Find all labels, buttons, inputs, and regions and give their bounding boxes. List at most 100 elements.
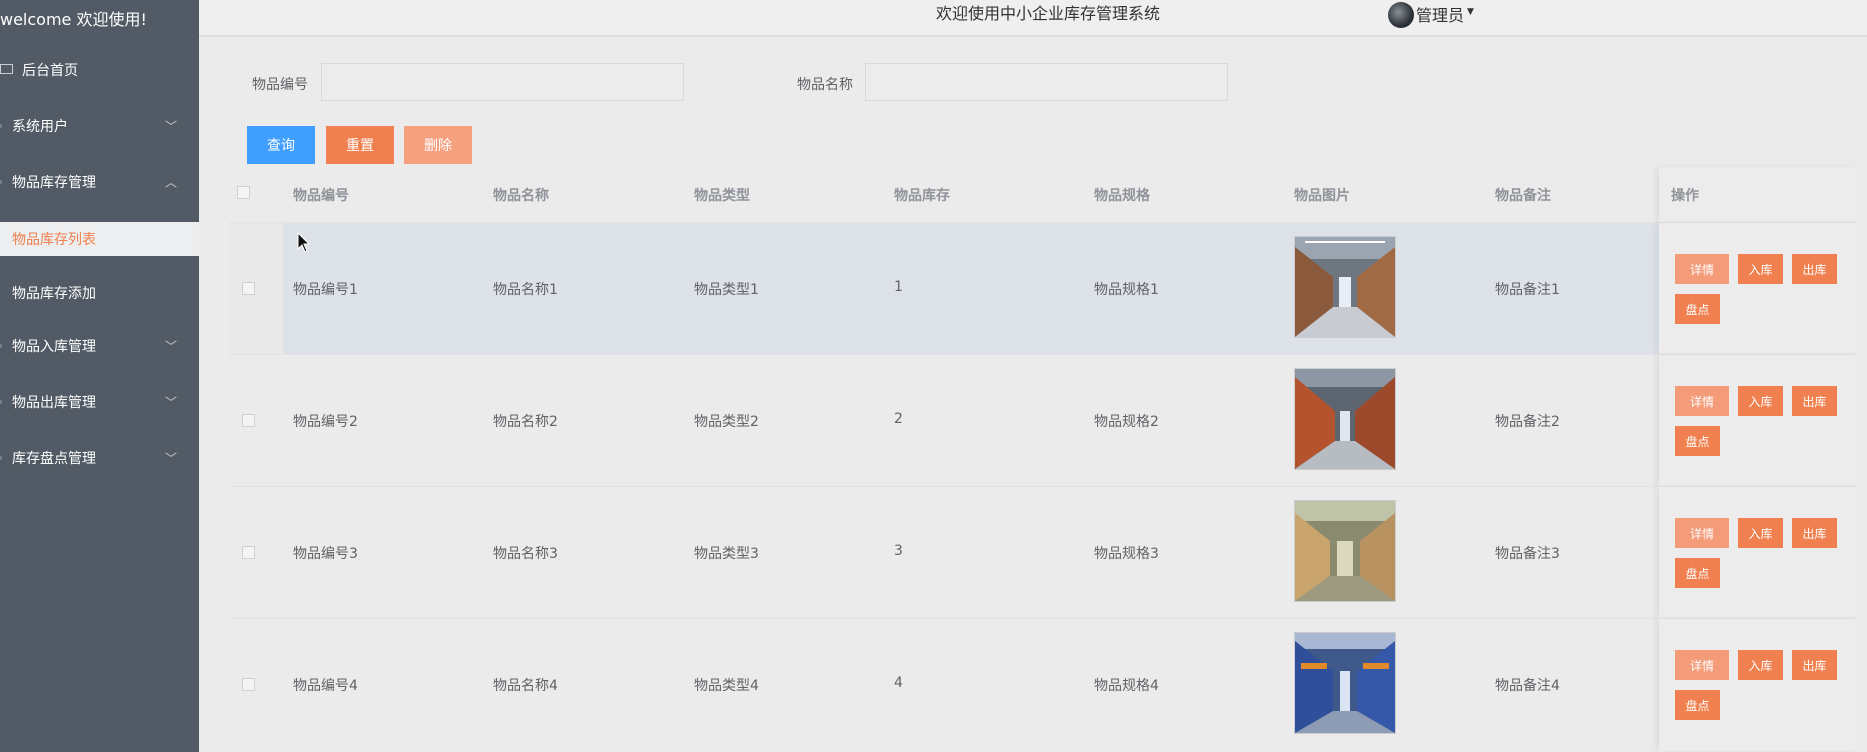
table-header: 物品编号 物品名称 物品类型 物品库存 物品规格 物品图片 物品备注 操作 — [229, 167, 1859, 222]
query-button[interactable]: 查询 — [247, 126, 315, 164]
column-header[interactable]: 物品名称 — [493, 185, 549, 205]
bullet-icon — [0, 400, 2, 404]
column-header: 操作 — [1671, 188, 1699, 204]
detail-button[interactable]: 详情 — [1675, 386, 1729, 416]
sidebar-item-label: 后台首页 — [22, 63, 78, 79]
sidebar-item-label: 物品库存列表 — [12, 232, 96, 248]
cell-spec: 物品规格2 — [1094, 414, 1159, 430]
row-checkbox[interactable] — [242, 282, 255, 295]
item-image[interactable] — [1294, 500, 1396, 602]
monitor-icon — [0, 64, 13, 74]
bullet-icon — [0, 124, 2, 128]
delete-button[interactable]: 删除 — [404, 126, 472, 164]
row-cells: 物品编号3 物品名称3 物品类型3 3 物品规格3 物品备注3 — [283, 487, 1715, 619]
sidebar-item-stock-in[interactable]: 物品入库管理 ﹀ — [0, 324, 199, 368]
sidebar-item-label: 物品出库管理 — [12, 395, 96, 411]
row-actions: 详情 入库 出库 盘点 — [1659, 619, 1859, 751]
stock-in-button[interactable]: 入库 — [1738, 386, 1783, 416]
item-image[interactable] — [1294, 368, 1396, 470]
sidebar-item-label: 物品入库管理 — [12, 339, 96, 355]
stock-out-button[interactable]: 出库 — [1792, 386, 1837, 416]
stock-check-button[interactable]: 盘点 — [1675, 690, 1720, 720]
chevron-down-icon: ﹀ — [164, 395, 177, 410]
stock-out-button[interactable]: 出库 — [1792, 254, 1837, 284]
caret-down-icon: ▼ — [1467, 7, 1474, 17]
sidebar-item-inventory-management[interactable]: 物品库存管理 ︿ — [0, 160, 199, 204]
cell-stock: 1 — [894, 279, 903, 295]
row-checkbox[interactable] — [242, 414, 255, 427]
detail-button[interactable]: 详情 — [1675, 650, 1729, 680]
detail-button[interactable]: 详情 — [1675, 518, 1729, 548]
column-header[interactable]: 物品库存 — [894, 185, 950, 205]
row-select-cell — [229, 355, 283, 487]
name-input[interactable] — [865, 63, 1228, 101]
cell-spec: 物品规格3 — [1094, 546, 1159, 562]
sidebar-item-inventory-add[interactable]: 物品库存添加 — [0, 271, 199, 315]
item-image[interactable] — [1294, 236, 1396, 338]
detail-button[interactable]: 详情 — [1675, 254, 1729, 284]
cell-type: 物品类型2 — [694, 414, 759, 430]
cell-name: 物品名称1 — [493, 282, 558, 298]
table-row[interactable]: 物品编号1 物品名称1 物品类型1 1 物品规格1 物品备注1 详情 入库 出库… — [229, 222, 1859, 355]
cell-code: 物品编号1 — [293, 282, 358, 298]
select-all-checkbox[interactable] — [237, 186, 250, 199]
sidebar-item-stock-out[interactable]: 物品出库管理 ﹀ — [0, 380, 199, 424]
cell-code: 物品编号4 — [293, 678, 358, 694]
row-select-cell — [229, 487, 283, 619]
column-header[interactable]: 物品图片 — [1294, 185, 1350, 205]
sidebar-item-stock-check[interactable]: 库存盘点管理 ﹀ — [0, 436, 199, 480]
top-header: 欢迎使用中小企业库存管理系统 — [199, 0, 1867, 37]
stock-check-button[interactable]: 盘点 — [1675, 558, 1720, 588]
column-header[interactable]: 物品规格 — [1094, 185, 1150, 205]
stock-check-button[interactable]: 盘点 — [1675, 426, 1720, 456]
bullet-icon — [0, 456, 2, 460]
stock-out-button[interactable]: 出库 — [1792, 518, 1837, 548]
cell-type: 物品类型3 — [694, 546, 759, 562]
row-actions: 详情 入库 出库 盘点 — [1659, 223, 1859, 355]
row-cells: 物品编号1 物品名称1 物品类型1 1 物品规格1 物品备注1 — [283, 223, 1715, 355]
stock-check-button[interactable]: 盘点 — [1675, 294, 1720, 324]
avatar — [1388, 2, 1414, 28]
chevron-down-icon: ﹀ — [164, 119, 177, 134]
cell-type: 物品类型4 — [694, 678, 759, 694]
row-cells: 物品编号4 物品名称4 物品类型4 4 物品规格4 物品备注4 — [283, 619, 1715, 751]
user-menu[interactable]: 管理员 ▼ — [1388, 0, 1474, 28]
row-select-cell — [229, 223, 283, 355]
bullet-icon — [0, 180, 2, 184]
stock-in-button[interactable]: 入库 — [1738, 254, 1783, 284]
table-row[interactable]: 物品编号4 物品名称4 物品类型4 4 物品规格4 物品备注4 详情 入库 出库 — [229, 618, 1859, 751]
item-image[interactable] — [1294, 632, 1396, 734]
row-checkbox[interactable] — [242, 546, 255, 559]
cell-name: 物品名称2 — [493, 414, 558, 430]
cell-remark: 物品备注3 — [1495, 546, 1560, 562]
cell-stock: 3 — [894, 543, 903, 559]
actions-column-header: 操作 — [1659, 167, 1859, 222]
column-header[interactable]: 物品编号 — [293, 185, 349, 205]
cell-name: 物品名称3 — [493, 546, 558, 562]
stock-out-button[interactable]: 出库 — [1792, 650, 1837, 680]
column-header[interactable]: 物品备注 — [1495, 185, 1551, 205]
table-row[interactable]: 物品编号3 物品名称3 物品类型3 3 物品规格3 物品备注3 详情 入库 出库… — [229, 486, 1859, 619]
cell-remark: 物品备注2 — [1495, 414, 1560, 430]
column-header[interactable]: 物品类型 — [694, 185, 750, 205]
row-checkbox[interactable] — [242, 678, 255, 691]
stock-in-button[interactable]: 入库 — [1738, 650, 1783, 680]
cell-type: 物品类型1 — [694, 282, 759, 298]
code-input[interactable] — [321, 63, 684, 101]
stock-in-button[interactable]: 入库 — [1738, 518, 1783, 548]
sidebar-item-home[interactable]: 后台首页 — [0, 48, 199, 92]
user-name: 管理员 — [1416, 6, 1465, 25]
chevron-up-icon: ︿ — [164, 175, 177, 190]
cell-spec: 物品规格1 — [1094, 282, 1159, 298]
mouse-cursor-icon — [297, 232, 311, 253]
reset-button[interactable]: 重置 — [326, 126, 394, 164]
cell-remark: 物品备注4 — [1495, 678, 1560, 694]
sidebar-item-system-users[interactable]: 系统用户 ﹀ — [0, 104, 199, 148]
cell-code: 物品编号3 — [293, 546, 358, 562]
table-row[interactable]: 物品编号2 物品名称2 物品类型2 2 物品规格2 物品备注2 详情 入库 出库… — [229, 354, 1859, 487]
sidebar-item-inventory-list[interactable]: 物品库存列表 — [0, 222, 199, 256]
cell-name: 物品名称4 — [493, 678, 558, 694]
code-label: 物品编号 — [252, 77, 308, 93]
cell-stock: 4 — [894, 675, 903, 691]
cell-remark: 物品备注1 — [1495, 282, 1560, 298]
